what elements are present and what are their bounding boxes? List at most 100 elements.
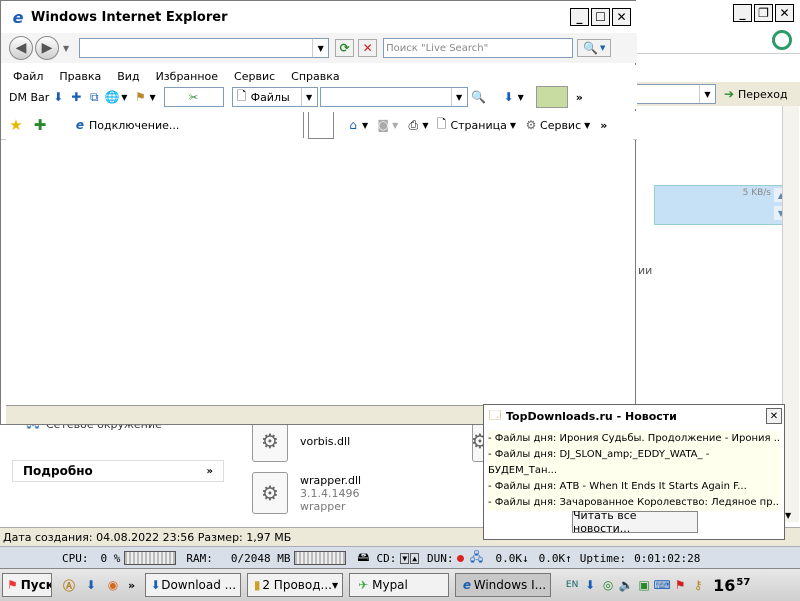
tab-connection[interactable]: e Подключение... <box>71 112 304 138</box>
restore-button[interactable]: ❐ <box>754 4 773 22</box>
chevron-down-icon[interactable]: ▼ <box>149 93 155 102</box>
start-button[interactable]: ⚑ Пуск <box>2 573 52 597</box>
task-mypal[interactable]: ✈ Mypal <box>349 573 450 597</box>
task-download[interactable]: ⬇ Download ... <box>145 573 242 597</box>
chevron-down-icon[interactable]: ▼ <box>362 121 368 130</box>
files-combo[interactable]: 🗋 Файлы ▼ <box>231 87 318 107</box>
tray-em-icon[interactable]: EN <box>563 576 581 594</box>
close-button[interactable]: ✕ <box>612 8 631 26</box>
ie-page-content[interactable] <box>6 139 633 405</box>
chevron-down-icon[interactable]: ▼ <box>121 93 127 102</box>
folder-icon: ▮ <box>253 578 261 592</box>
tray-download-icon[interactable]: ⬇ <box>581 576 599 594</box>
ram-value: 0/2048 MB <box>230 551 291 565</box>
details-panel-header[interactable]: Подробно » <box>12 460 224 482</box>
news-item[interactable]: - Файлы дня: Ирония Судьбы. Продолжение … <box>488 431 780 447</box>
chevron-down-icon[interactable]: ▼ <box>312 39 328 57</box>
color-swatch[interactable] <box>535 86 568 108</box>
page-menu-button[interactable]: 🗋 Страница ▼ <box>432 116 516 134</box>
chevron-down-icon[interactable]: ▼ <box>392 121 398 130</box>
dm-search-input[interactable]: ▼ <box>319 87 468 107</box>
forward-button[interactable]: ▶ <box>35 36 59 60</box>
quicklaunch-firefox-icon[interactable]: ◉ <box>104 576 122 594</box>
add-icon[interactable]: ✚ <box>67 88 85 106</box>
tray-volume-icon[interactable]: 🔈 <box>617 576 635 594</box>
task-explorer[interactable]: ▮ 2 Провод... ▼ <box>247 573 344 597</box>
go-arrow-icon: ➔ <box>723 87 735 101</box>
file-item-wrapper[interactable]: ⚙ wrapper.dll 3.1.4.1496 wrapper <box>252 472 361 514</box>
system-meter-bar: CPU: 0 % RAM: 0/2048 MB 🖴 CD: ▼ ▲ DUN: 🖧… <box>0 546 800 569</box>
news-item[interactable]: - Файлы дня: АТВ - When It Ends It Start… <box>488 479 780 495</box>
tray-flag-icon[interactable]: ⚑ <box>671 576 689 594</box>
link-catcher-box[interactable]: ✂ <box>163 87 224 107</box>
chevron-double-right-icon[interactable]: » <box>600 119 607 132</box>
status-text: Дата создания: 04.08.2022 23:56 Размер: … <box>3 530 292 544</box>
scroll-down-arrow-icon[interactable]: ▼ <box>785 511 791 520</box>
chevron-double-right-icon[interactable]: » <box>128 579 135 592</box>
address-input[interactable]: ▼ <box>79 38 330 58</box>
tray-network-icon[interactable]: ⌨ <box>653 576 671 594</box>
minimize-button[interactable]: _ <box>570 8 589 26</box>
chevron-double-right-icon[interactable]: » <box>576 91 583 104</box>
dm-bar-toolbar: DM Bar ⬇ ✚ ⧉ 🌐 ▼ ⚑ ▼ ✂ 🗋 Файлы ▼ ▼ 🔍 ⬇ ▼ … <box>1 85 637 109</box>
menu-favorites[interactable]: Избранное <box>156 70 218 83</box>
clock[interactable]: 16 57 <box>713 576 750 595</box>
favorites-star-icon[interactable]: ★ <box>7 116 25 134</box>
file-item-vorbis[interactable]: ⚙ vorbis.dll <box>252 420 350 462</box>
cd-eject-button[interactable]: ▼ <box>400 552 410 564</box>
menu-file[interactable]: Файл <box>13 70 43 83</box>
print-icon[interactable]: ⎙ <box>404 116 422 134</box>
maximize-button[interactable]: ☐ <box>591 8 610 26</box>
read-all-news-button[interactable]: Читать все новости... <box>572 509 698 535</box>
popup-close-button[interactable]: ✕ <box>766 408 782 424</box>
drive-icon: 🖴 <box>357 549 370 564</box>
uptime-label: Uptime: <box>579 551 627 565</box>
quicklaunch-a-icon[interactable]: Ⓐ <box>60 576 78 594</box>
rss-feed-icon[interactable]: ◙ <box>374 116 392 134</box>
chevron-down-icon[interactable]: ▼ <box>518 93 524 102</box>
menu-tools[interactable]: Сервис <box>234 70 275 83</box>
mypal-icon: ✈ <box>358 578 369 592</box>
cpu-meter <box>124 551 177 565</box>
menu-help[interactable]: Справка <box>291 70 339 83</box>
chevron-down-icon[interactable]: ▼ <box>450 88 467 106</box>
menu-edit[interactable]: Правка <box>59 70 101 83</box>
stop-button[interactable]: ✕ <box>358 39 378 57</box>
background-address-input[interactable]: ▼ <box>636 84 716 104</box>
tray-app-icon[interactable]: ▣ <box>635 576 653 594</box>
package-icon[interactable]: ⚑ <box>131 88 149 106</box>
chevron-down-icon[interactable]: ▼ <box>63 44 69 53</box>
tools-menu-button[interactable]: ⚙ Сервис ▼ <box>522 116 591 134</box>
go-button[interactable]: ➔ Переход <box>720 85 788 103</box>
refresh-button[interactable]: ⟳ <box>335 39 355 57</box>
tray-key-icon[interactable]: ⚷ <box>689 576 707 594</box>
cd-close-button[interactable]: ▲ <box>410 552 420 564</box>
background-toolbar-2 <box>636 56 800 80</box>
download-manager-icon[interactable]: ⬇ <box>49 88 67 106</box>
ie-menu-bar: Файл Правка Вид Избранное Сервис Справка <box>1 65 637 87</box>
news-icon: 🗔 <box>488 407 502 422</box>
back-button[interactable]: ◀ <box>9 36 33 60</box>
minimize-button[interactable]: _ <box>733 4 752 22</box>
search-input[interactable]: Поиск "Live Search" <box>383 38 574 58</box>
tray-globe-icon[interactable]: ◎ <box>599 576 617 594</box>
clock-hour: 16 <box>713 575 736 595</box>
search-button[interactable]: 🔍 ▼ <box>577 39 612 57</box>
download-arrow-icon[interactable]: ⬇ <box>500 88 518 106</box>
globe-icon[interactable]: 🌐 <box>103 88 121 106</box>
chevron-down-icon[interactable]: ▼ <box>422 121 428 130</box>
task-ie[interactable]: e Windows I... <box>455 573 552 597</box>
close-button[interactable]: ✕ <box>775 4 794 22</box>
copy-icon[interactable]: ⧉ <box>85 88 103 106</box>
tab-label: Подключение... <box>89 118 180 132</box>
news-item[interactable]: - Файлы дня: DJ_SLON_amp;_EDDY_WATA_ - Б… <box>488 447 780 479</box>
home-icon[interactable]: ⌂ <box>344 116 362 134</box>
menu-view[interactable]: Вид <box>117 70 139 83</box>
search-icon[interactable]: 🔍 <box>470 88 488 106</box>
add-favorite-icon[interactable]: ✚ <box>31 116 49 134</box>
chevron-down-icon[interactable]: ▼ <box>699 85 715 103</box>
quicklaunch-download-icon[interactable]: ⬇ <box>82 576 100 594</box>
dll-file-icon: ⚙ <box>252 420 288 462</box>
tab-new[interactable] <box>308 111 334 139</box>
chevron-down-icon[interactable]: ▼ <box>300 88 317 106</box>
